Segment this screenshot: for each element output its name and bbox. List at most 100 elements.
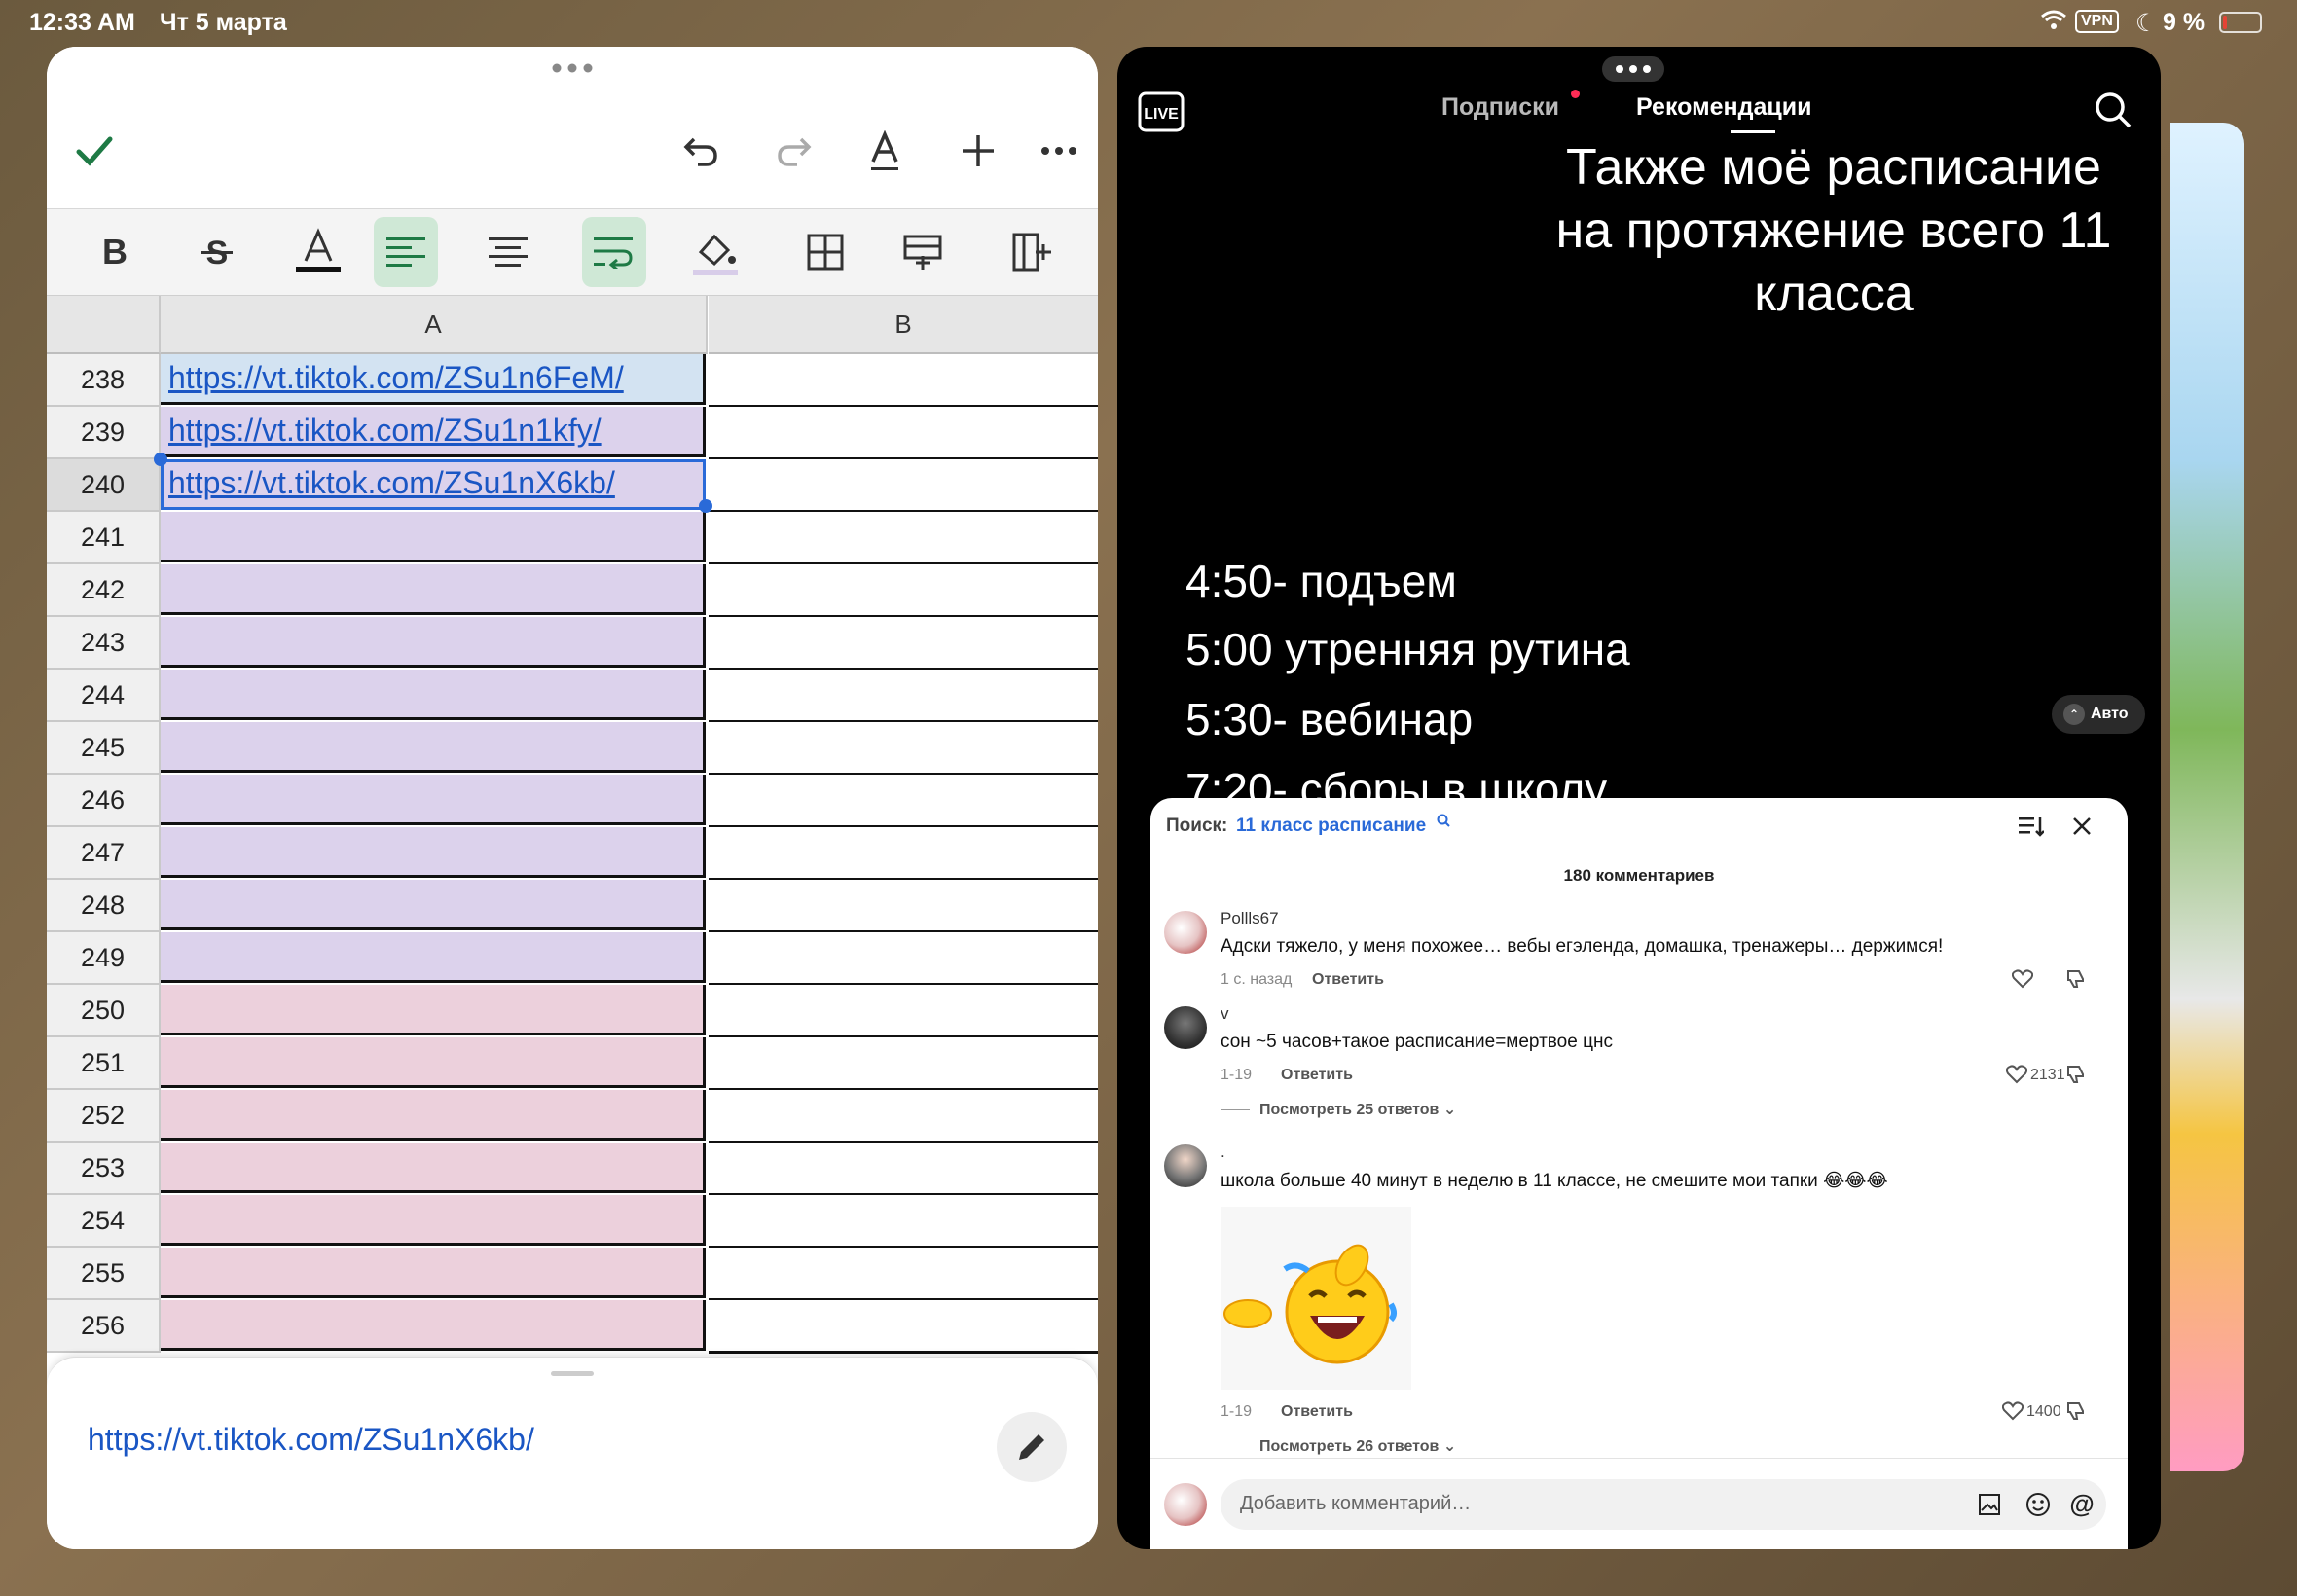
laughing-sticker-image[interactable]: [1221, 1207, 1411, 1390]
window-grabber-icon[interactable]: [551, 58, 594, 78]
row-number[interactable]: 242: [47, 564, 161, 617]
align-left-icon[interactable]: [374, 217, 438, 287]
heart-icon[interactable]: [1999, 1397, 2026, 1425]
cell-a[interactable]: [161, 617, 706, 668]
cell-a[interactable]: [161, 1037, 706, 1088]
selection-handle[interactable]: [699, 499, 712, 513]
live-icon[interactable]: LIVE: [1137, 86, 1185, 140]
cell-b[interactable]: [709, 1143, 1098, 1196]
row-number[interactable]: 253: [47, 1143, 161, 1195]
dislike-icon[interactable]: [2061, 1061, 2089, 1088]
text-color-icon[interactable]: [286, 219, 350, 283]
redo-icon[interactable]: [769, 127, 818, 175]
text-format-icon[interactable]: [860, 125, 909, 179]
heart-icon[interactable]: [2009, 965, 2036, 993]
dislike-icon[interactable]: [2061, 965, 2089, 993]
wrap-text-icon[interactable]: [582, 217, 646, 287]
row-number[interactable]: 250: [47, 985, 161, 1037]
fill-color-icon[interactable]: [683, 221, 747, 285]
close-icon[interactable]: [2065, 810, 2098, 843]
cell-a[interactable]: [161, 827, 706, 878]
row-number[interactable]: 243: [47, 617, 161, 670]
view-replies-link[interactable]: Посмотреть 25 ответов ⌄: [1259, 1100, 1456, 1119]
cell-a[interactable]: [161, 670, 706, 720]
insert-column-icon[interactable]: [1003, 223, 1061, 281]
cell-b[interactable]: [709, 564, 1098, 618]
cell-b[interactable]: [709, 1037, 1098, 1091]
cell-a[interactable]: [161, 985, 706, 1035]
row-number[interactable]: 245: [47, 722, 161, 775]
cell-a[interactable]: [161, 512, 706, 562]
cell-b[interactable]: [709, 932, 1098, 986]
cell-b[interactable]: [709, 1090, 1098, 1143]
tab-following[interactable]: Подписки: [1441, 93, 1559, 122]
insert-plus-icon[interactable]: [954, 127, 1003, 175]
cell-b[interactable]: [709, 722, 1098, 776]
cell-a[interactable]: [161, 880, 706, 930]
row-number[interactable]: 247: [47, 827, 161, 880]
comment-username[interactable]: .: [1221, 1143, 1225, 1162]
cell-a[interactable]: [161, 1195, 706, 1246]
cell-a[interactable]: https://vt.tiktok.com/ZSu1n6FeM/: [161, 354, 706, 405]
row-number[interactable]: 239: [47, 407, 161, 459]
cell-b[interactable]: [709, 407, 1098, 460]
tab-for-you[interactable]: Рекомендации: [1636, 93, 1811, 122]
mention-icon[interactable]: @: [2067, 1489, 2096, 1518]
undo-icon[interactable]: [677, 127, 726, 175]
search-query-link[interactable]: 11 класс расписание: [1236, 816, 1426, 837]
done-check-icon[interactable]: [70, 127, 119, 175]
reply-button[interactable]: Ответить: [1281, 1403, 1353, 1421]
cell-b[interactable]: [709, 985, 1098, 1038]
row-number[interactable]: 246: [47, 775, 161, 827]
cell-a[interactable]: [161, 564, 706, 615]
cell-b[interactable]: [709, 1248, 1098, 1301]
column-header-b[interactable]: B: [709, 296, 1098, 354]
search-icon[interactable]: [2089, 86, 2137, 134]
background-app-card[interactable]: [2170, 123, 2244, 1471]
row-number[interactable]: 249: [47, 932, 161, 985]
avatar[interactable]: [1164, 1144, 1207, 1187]
cell-b[interactable]: [709, 617, 1098, 671]
reply-button[interactable]: Ответить: [1312, 971, 1384, 989]
cell-a[interactable]: https://vt.tiktok.com/ZSu1n1kfy/: [161, 407, 706, 457]
cell-a[interactable]: [161, 1248, 706, 1298]
cell-a[interactable]: [161, 1300, 706, 1351]
cell-b[interactable]: [709, 880, 1098, 933]
strikethrough-icon[interactable]: S: [188, 223, 246, 281]
auto-scroll-button[interactable]: ⌃ Авто: [2052, 695, 2145, 734]
dislike-icon[interactable]: [2061, 1397, 2089, 1425]
row-number[interactable]: 252: [47, 1090, 161, 1143]
cell-b[interactable]: [709, 1195, 1098, 1249]
borders-icon[interactable]: [796, 223, 855, 281]
cell-a[interactable]: [161, 1090, 706, 1141]
cell-a[interactable]: [161, 932, 706, 983]
cell-link[interactable]: https://vt.tiktok.com/ZSu1nX6kb/: [168, 465, 615, 501]
edit-pencil-icon[interactable]: [997, 1412, 1067, 1482]
selection-handle[interactable]: [154, 453, 167, 466]
cell-a[interactable]: [161, 1143, 706, 1193]
row-number[interactable]: 256: [47, 1300, 161, 1353]
comment-username[interactable]: v: [1221, 1004, 1229, 1024]
cell-link[interactable]: https://vt.tiktok.com/ZSu1n1kfy/: [168, 413, 602, 449]
row-number[interactable]: 255: [47, 1248, 161, 1300]
comment-input[interactable]: Добавить комментарий… @: [1221, 1479, 2106, 1530]
cell-b[interactable]: [709, 512, 1098, 565]
avatar[interactable]: [1164, 1006, 1207, 1049]
cell-editor-input[interactable]: https://vt.tiktok.com/ZSu1nX6kb/: [88, 1422, 534, 1458]
cell-a[interactable]: [161, 775, 706, 825]
image-icon[interactable]: [1976, 1491, 2003, 1518]
editor-grabber[interactable]: [551, 1371, 594, 1376]
cell-b[interactable]: [709, 670, 1098, 723]
row-number[interactable]: 238: [47, 354, 161, 407]
row-number[interactable]: 241: [47, 512, 161, 564]
cell-link[interactable]: https://vt.tiktok.com/ZSu1n6FeM/: [168, 360, 624, 396]
cell-a[interactable]: [161, 722, 706, 773]
view-replies-link[interactable]: Посмотреть 26 ответов ⌄: [1259, 1436, 1456, 1456]
row-number[interactable]: 251: [47, 1037, 161, 1090]
row-number[interactable]: 244: [47, 670, 161, 722]
avatar[interactable]: [1164, 911, 1207, 954]
sort-icon[interactable]: [2015, 810, 2048, 843]
heart-icon[interactable]: [2003, 1061, 2030, 1088]
select-all-corner[interactable]: [47, 296, 161, 354]
cell-b[interactable]: [709, 775, 1098, 828]
